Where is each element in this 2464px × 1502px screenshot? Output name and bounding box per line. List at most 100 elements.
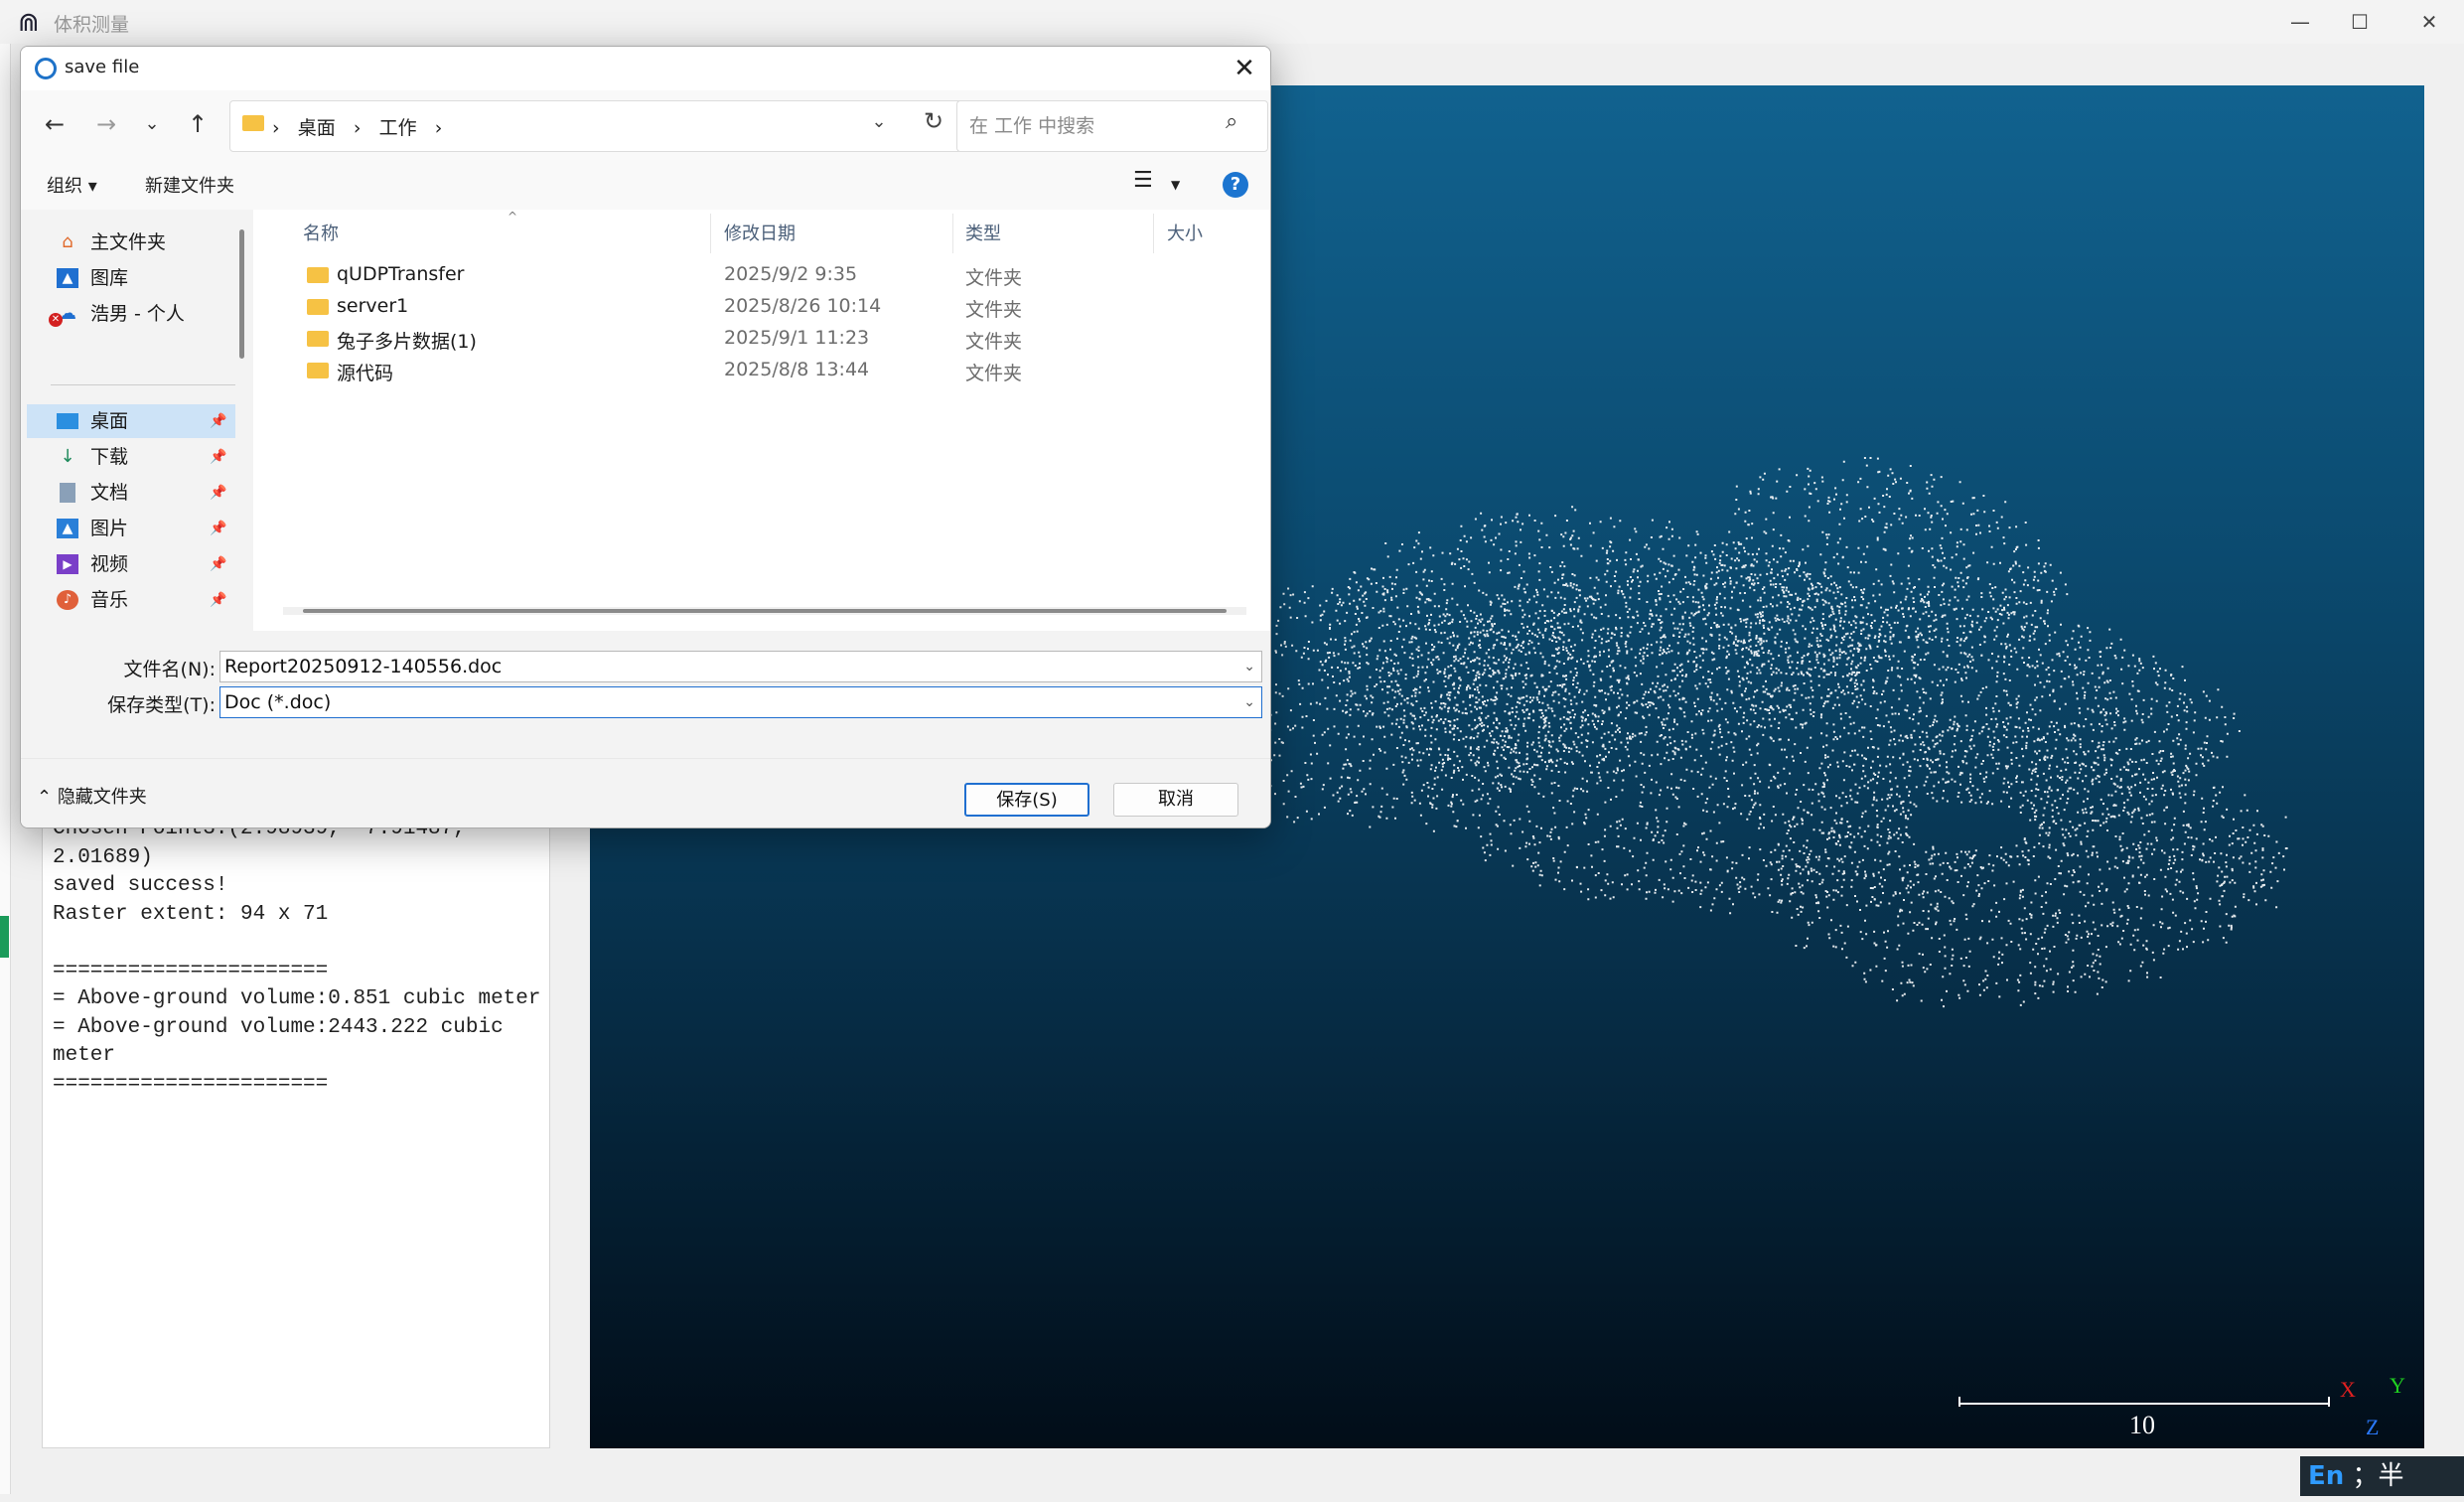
axis-z-label: Z — [2366, 1415, 2380, 1439]
file-row[interactable]: server1 2025/8/26 10:14 文件夹 — [253, 291, 1270, 323]
folder-icon — [307, 299, 329, 315]
nav-item-music[interactable]: ♪ 音乐 📌 — [27, 583, 235, 617]
app-logo-icon: ⋒ — [18, 8, 40, 38]
horizontal-scroll-thumb[interactable] — [303, 609, 1227, 613]
column-header-size[interactable]: 大小 — [1167, 220, 1203, 245]
breadcrumb-item[interactable]: 工作 — [379, 117, 417, 139]
forward-arrow-icon[interactable]: → — [86, 104, 126, 144]
file-type: 文件夹 — [965, 331, 1023, 353]
new-folder-button[interactable]: 新建文件夹 — [145, 172, 234, 198]
divider — [51, 384, 235, 385]
refresh-icon[interactable]: ↻ — [916, 107, 951, 135]
nav-item-home[interactable]: ⌂ 主文件夹 — [27, 225, 235, 259]
file-name: 源代码 — [337, 363, 394, 384]
status-indicator — [0, 916, 9, 958]
nav-item-onedrive[interactable]: ☁ ✕ 浩男 - 个人 — [27, 297, 235, 331]
chevron-down-icon[interactable]: ▼ — [1171, 178, 1180, 192]
address-bar[interactable]: › 桌面 › 工作 › ⌄ ↻ — [229, 100, 962, 152]
column-header-date[interactable]: 修改日期 — [724, 220, 796, 245]
filename-value: Report20250912-140556.doc — [224, 656, 503, 677]
folder-icon — [307, 363, 329, 378]
chevron-down-icon[interactable]: ⌄ — [1243, 687, 1255, 717]
file-row[interactable]: 源代码 2025/8/8 13:44 文件夹 — [253, 355, 1270, 386]
dialog-close-button[interactable]: ✕ — [1225, 51, 1264, 86]
file-list: ^ 名称 修改日期 类型 大小 qUDPTransfer 2025/9/2 9:… — [253, 210, 1270, 631]
column-header-type[interactable]: 类型 — [965, 220, 1001, 245]
search-box[interactable]: ⌕ — [956, 100, 1268, 152]
navigation-pane: ⌂ 主文件夹 ▲ 图库 ☁ ✕ 浩男 - 个人 桌面 📌 ↓ 下载 📌 文档 📌 — [21, 210, 251, 631]
up-arrow-icon[interactable]: ↑ — [178, 104, 217, 144]
save-file-dialog: save file ✕ ← → ⌄ ↑ › 桌面 › 工作 › ⌄ ↻ ⌕ 组织… — [20, 46, 1271, 828]
view-options-icon[interactable]: ☰ — [1133, 168, 1153, 193]
ime-lang: En — [2308, 1461, 2345, 1491]
nav-item-label: 视频 — [90, 553, 129, 575]
chevron-down-icon[interactable]: ⌄ — [864, 111, 894, 132]
pin-icon[interactable]: 📌 — [210, 512, 226, 545]
gallery-icon: ▲ — [57, 268, 78, 288]
save-button[interactable]: 保存(S) — [964, 783, 1089, 817]
music-icon: ♪ — [57, 590, 78, 610]
pin-icon[interactable]: 📌 — [210, 404, 226, 438]
nav-item-pictures[interactable]: ▲ 图片 📌 — [27, 512, 235, 545]
scale-label: 10 — [2129, 1411, 2155, 1439]
help-icon[interactable]: ? — [1223, 172, 1248, 198]
log-text: Chosen Point3:(2.98939, -7.91487, 2.0168… — [53, 818, 541, 1096]
point-cloud-points — [1203, 457, 2288, 1008]
videos-icon: ▶ — [57, 554, 78, 574]
sort-up-icon: ^ — [507, 210, 518, 224]
back-arrow-icon[interactable]: ← — [35, 104, 74, 144]
chevron-down-icon[interactable]: ⌄ — [1243, 652, 1255, 681]
nav-item-documents[interactable]: 文档 📌 — [27, 476, 235, 510]
hide-folders-label: 隐藏文件夹 — [57, 787, 147, 808]
pin-icon[interactable]: 📌 — [210, 440, 226, 474]
organize-button[interactable]: 组织 ▾ — [47, 172, 97, 198]
scale-tick-left — [1958, 1397, 1960, 1407]
nav-scrollbar[interactable] — [239, 229, 244, 359]
search-input[interactable] — [967, 111, 1220, 141]
pin-icon[interactable]: 📌 — [210, 476, 226, 510]
cancel-button[interactable]: 取消 — [1113, 783, 1238, 817]
folder-icon — [307, 331, 329, 347]
documents-icon — [60, 483, 75, 503]
maximize-button[interactable]: ☐ — [2324, 0, 2395, 44]
log-panel[interactable]: Chosen Point3:(2.98939, -7.91487, 2.0168… — [42, 815, 550, 1448]
column-header-name[interactable]: 名称 — [303, 220, 339, 245]
breadcrumb-item[interactable]: 桌面 — [298, 117, 336, 139]
home-icon: ⌂ — [62, 231, 73, 252]
search-icon[interactable]: ⌕ — [1226, 109, 1237, 134]
column-separator[interactable] — [710, 214, 711, 253]
axis-x-label: X — [2340, 1377, 2356, 1402]
file-row[interactable]: qUDPTransfer 2025/9/2 9:35 文件夹 — [253, 259, 1270, 291]
filetype-label: 保存类型(T): — [107, 694, 216, 716]
filename-field[interactable]: Report20250912-140556.doc ⌄ — [219, 651, 1262, 682]
sync-error-icon: ✕ — [49, 313, 63, 327]
filetype-select[interactable]: Doc (*.doc) ⌄ — [219, 686, 1262, 718]
file-date: 2025/9/2 9:35 — [724, 263, 858, 285]
column-separator[interactable] — [1153, 214, 1154, 253]
nav-item-label: 桌面 — [90, 410, 129, 432]
column-separator[interactable] — [952, 214, 953, 253]
hide-folders-toggle[interactable]: ⌃ 隐藏文件夹 — [37, 783, 147, 809]
pin-icon[interactable]: 📌 — [210, 547, 226, 581]
left-panel-edge — [0, 44, 11, 1494]
folder-icon — [242, 115, 264, 131]
file-type: 文件夹 — [965, 299, 1023, 321]
file-date: 2025/8/26 10:14 — [724, 295, 882, 317]
dialog-titlebar: save file ✕ — [21, 47, 1270, 90]
nav-item-videos[interactable]: ▶ 视频 📌 — [27, 547, 235, 581]
close-button[interactable]: ✕ — [2393, 0, 2464, 44]
recent-locations-chevron-icon[interactable]: ⌄ — [132, 104, 172, 144]
nav-item-downloads[interactable]: ↓ 下载 📌 — [27, 440, 235, 474]
filetype-value: Doc (*.doc) — [224, 691, 332, 713]
ime-indicator[interactable]: En ；半 — [2300, 1456, 2464, 1496]
pin-icon[interactable]: 📌 — [210, 583, 226, 617]
file-type: 文件夹 — [965, 267, 1023, 289]
dialog-title: save file — [65, 57, 140, 77]
file-name: server1 — [337, 295, 409, 317]
nav-item-label: 图片 — [90, 518, 129, 539]
download-icon: ↓ — [60, 446, 75, 467]
file-row[interactable]: 兔子多片数据(1) 2025/9/1 11:23 文件夹 — [253, 323, 1270, 355]
nav-item-desktop[interactable]: 桌面 📌 — [27, 404, 235, 438]
nav-item-label: 图库 — [90, 267, 129, 289]
nav-item-gallery[interactable]: ▲ 图库 — [27, 261, 235, 295]
